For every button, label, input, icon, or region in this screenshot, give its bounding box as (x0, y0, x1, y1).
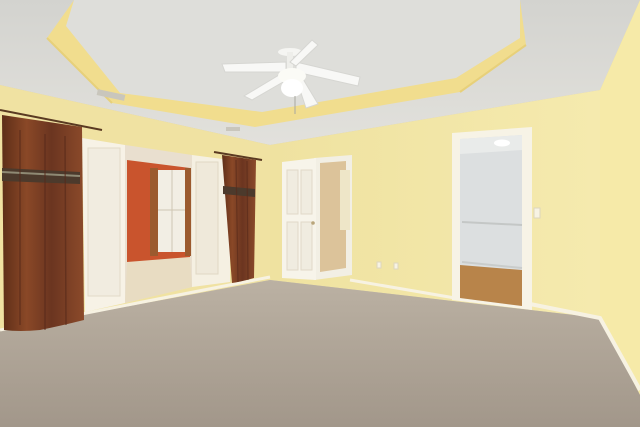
air-vent-icon (226, 127, 240, 131)
outlet-icon (393, 262, 399, 270)
closet-doorway[interactable] (452, 127, 532, 310)
bathroom-doorway[interactable] (282, 155, 352, 280)
closet-light-icon (494, 139, 510, 147)
outlet-icon (376, 261, 382, 269)
light-switch-icon (533, 207, 541, 219)
empty-bedroom-photo (0, 0, 640, 427)
room-illustration (0, 0, 640, 427)
door-knob-icon (311, 221, 315, 225)
